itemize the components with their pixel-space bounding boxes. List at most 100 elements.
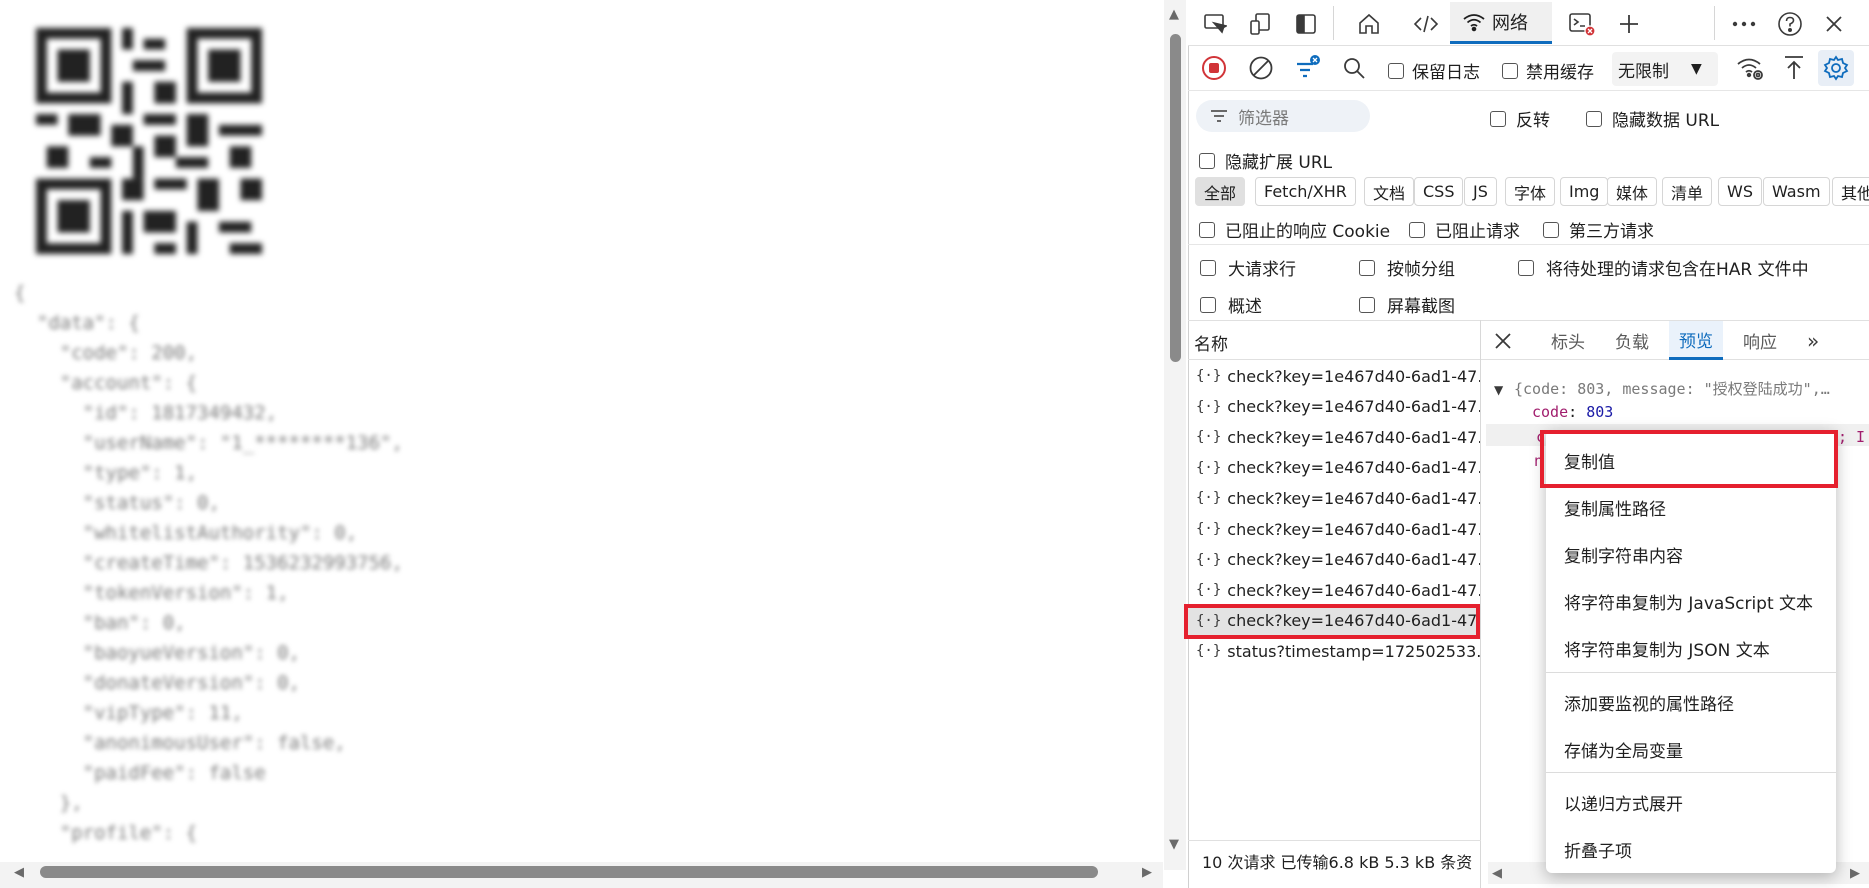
elements-code-icon[interactable] <box>1410 8 1442 40</box>
third-party-option[interactable]: 第三方请求 <box>1543 217 1654 242</box>
invert-option[interactable]: 反转 <box>1490 106 1550 131</box>
hide-data-urls-checkbox[interactable] <box>1586 110 1602 127</box>
disable-cache-checkbox[interactable] <box>1502 62 1518 79</box>
menu-copy-as-js-literal[interactable]: 将字符串复制为 JavaScript 文本 <box>1564 589 1813 614</box>
tab-response[interactable]: 响应 <box>1733 321 1787 360</box>
hide-data-urls-option[interactable]: 隐藏数据 URL <box>1586 106 1719 131</box>
tab-preview[interactable]: 预览 <box>1669 321 1723 360</box>
menu-add-watch[interactable]: 添加要监视的属性路径 <box>1564 690 1734 715</box>
request-row[interactable]: {·} check?key=1e467d40-6ad1-47... <box>1188 514 1480 544</box>
hide-extension-urls-checkbox[interactable] <box>1199 152 1215 169</box>
overview-checkbox[interactable] <box>1200 296 1216 313</box>
close-devtools-icon[interactable] <box>1818 8 1850 40</box>
blocked-cookies-checkbox[interactable] <box>1199 221 1215 238</box>
type-filter-js[interactable]: JS <box>1464 177 1497 206</box>
filter-icon <box>1211 110 1227 122</box>
type-filter-wasm[interactable]: Wasm <box>1763 177 1830 206</box>
preserve-log-checkbox[interactable] <box>1388 62 1404 79</box>
inspect-element-icon[interactable] <box>1199 8 1231 40</box>
type-filter-img[interactable]: Img <box>1560 177 1609 206</box>
screenshots-checkbox[interactable] <box>1359 296 1375 313</box>
request-row[interactable]: {·} check?key=1e467d40-6ad1-47... <box>1188 575 1480 605</box>
third-party-checkbox[interactable] <box>1543 221 1559 238</box>
tab-payload[interactable]: 负载 <box>1605 321 1659 360</box>
har-pending-option[interactable]: 将待处理的请求包含在HAR 文件中 <box>1518 255 1809 280</box>
detail-scroll-right-icon[interactable]: ▶ <box>1850 867 1860 880</box>
type-filter-font[interactable]: 字体 <box>1505 177 1556 206</box>
group-by-frame-checkbox[interactable] <box>1359 259 1375 276</box>
search-icon[interactable] <box>1338 52 1370 84</box>
page-vertical-scroll-thumb[interactable] <box>1170 34 1181 362</box>
request-row[interactable]: {·} check?key=1e467d40-6ad1-47... <box>1188 453 1480 483</box>
dock-sidebar-icon[interactable] <box>1290 8 1322 40</box>
preview-code-row[interactable]: code: 803 <box>1532 403 1613 421</box>
scroll-down-arrow-icon[interactable]: ▼ <box>1169 838 1179 851</box>
tab-headers[interactable]: 标头 <box>1541 321 1595 360</box>
type-filter-ws[interactable]: WS <box>1718 177 1762 206</box>
type-filter-all[interactable]: 全部 <box>1195 177 1246 206</box>
large-rows-option[interactable]: 大请求行 <box>1200 255 1296 280</box>
preview-summary[interactable]: {code: 803, message: "授权登陆成功",… <box>1514 378 1866 399</box>
scroll-right-arrow-icon[interactable]: ▶ <box>1142 866 1152 879</box>
blocked-cookies-option[interactable]: 已阻止的响应 Cookie <box>1199 217 1390 242</box>
add-tool-plus-icon[interactable] <box>1613 8 1645 40</box>
type-filter-css[interactable]: CSS <box>1414 177 1464 206</box>
type-filter-fetch-xhr[interactable]: Fetch/XHR <box>1255 177 1356 206</box>
request-row[interactable]: {·} check?key=1e467d40-6ad1-47... <box>1188 483 1480 513</box>
type-filter-media[interactable]: 媒体 <box>1607 177 1658 206</box>
more-tabs-chevron-icon[interactable]: » <box>1797 321 1829 360</box>
large-rows-checkbox[interactable] <box>1200 259 1216 276</box>
group-by-frame-option[interactable]: 按帧分组 <box>1359 255 1455 280</box>
menu-store-global[interactable]: 存储为全局变量 <box>1564 737 1683 762</box>
tab-network[interactable]: 网络 <box>1450 2 1552 44</box>
type-filter-manifest[interactable]: 清单 <box>1662 177 1713 206</box>
hide-extension-urls-option[interactable]: 隐藏扩展 URL <box>1199 148 1332 173</box>
stop-recording-icon[interactable] <box>1198 52 1230 84</box>
request-row[interactable]: {·} check?key=1e467d40-6ad1-47... <box>1188 392 1480 422</box>
device-emulation-icon[interactable] <box>1244 8 1276 40</box>
blocked-requests-option[interactable]: 已阻止请求 <box>1409 217 1520 242</box>
disable-cache-option[interactable]: 禁用缓存 <box>1502 58 1594 83</box>
request-row[interactable]: {·} check?key=1e467d40-6ad1-47... <box>1188 361 1480 391</box>
har-pending-checkbox[interactable] <box>1518 259 1534 276</box>
type-filter-other[interactable]: 其他 <box>1832 177 1869 206</box>
invert-checkbox[interactable] <box>1490 110 1506 127</box>
network-conditions-icon[interactable] <box>1734 52 1766 84</box>
blocked-requests-checkbox[interactable] <box>1409 221 1425 238</box>
page-horizontal-scroll-thumb[interactable] <box>40 866 1098 878</box>
help-icon[interactable] <box>1774 8 1806 40</box>
scroll-left-arrow-icon[interactable]: ◀ <box>14 866 24 879</box>
preserve-log-option[interactable]: 保留日志 <box>1388 58 1480 83</box>
menu-collapse-children[interactable]: 折叠子项 <box>1564 837 1632 862</box>
welcome-home-icon[interactable] <box>1353 8 1385 40</box>
request-row[interactable]: {·} check?key=1e467d40-6ad1-47... <box>1188 545 1480 575</box>
overview-option[interactable]: 概述 <box>1200 292 1262 317</box>
network-settings-gear-icon[interactable] <box>1818 50 1854 86</box>
throttling-select[interactable]: 无限制 ▼ <box>1612 52 1718 86</box>
console-icon[interactable] <box>1566 8 1598 40</box>
detail-scroll-left-icon[interactable]: ◀ <box>1492 867 1502 880</box>
request-row[interactable]: {·} status?timestamp=172502533... <box>1188 636 1480 666</box>
xhr-braces-icon: {·} <box>1196 398 1222 415</box>
filter-placeholder: 筛选器 <box>1238 108 1289 129</box>
menu-copy-string-contents[interactable]: 复制字符串内容 <box>1564 542 1683 567</box>
more-options-icon[interactable] <box>1728 8 1760 40</box>
close-detail-icon[interactable] <box>1481 321 1525 360</box>
request-row[interactable]: {·} check?key=1e467d40-6ad1-47... <box>1188 422 1480 452</box>
type-filter-doc[interactable]: 文档 <box>1364 177 1415 206</box>
import-har-icon[interactable] <box>1778 52 1810 84</box>
tab-network-label: 网络 <box>1492 12 1528 34</box>
filter-input[interactable]: 筛选器 <box>1196 100 1370 132</box>
clear-log-icon[interactable] <box>1245 52 1277 84</box>
filter-toggle-icon[interactable] <box>1292 52 1324 84</box>
menu-copy-as-json-literal[interactable]: 将字符串复制为 JSON 文本 <box>1564 636 1770 661</box>
page-content-pane: { "data": { "code": 200, "account": { "i… <box>0 0 1163 888</box>
expand-triangle-icon[interactable]: ▼ <box>1494 383 1503 397</box>
menu-copy-property-path[interactable]: 复制属性路径 <box>1564 495 1666 520</box>
menu-expand-recursively[interactable]: 以递归方式展开 <box>1564 790 1683 815</box>
screenshots-option[interactable]: 屏幕截图 <box>1359 292 1455 317</box>
column-header-name[interactable]: 名称 <box>1188 320 1481 360</box>
preview-row-partial-tail: ; I <box>1838 428 1866 446</box>
scroll-up-arrow-icon[interactable]: ▲ <box>1169 8 1179 21</box>
pane-divider[interactable] <box>1480 320 1481 888</box>
